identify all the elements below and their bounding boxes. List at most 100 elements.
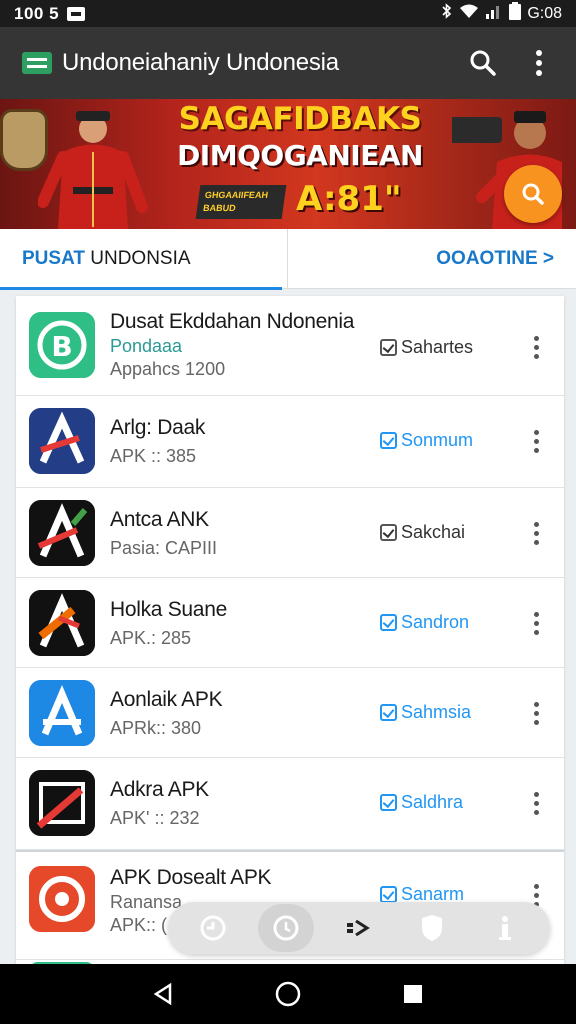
battery-icon — [509, 2, 522, 25]
list-item-texts: Adkra APK APK' :: 232 — [110, 778, 209, 829]
banner-headline-1: SAGAFIDBAKS — [178, 101, 422, 137]
back-button[interactable] — [143, 974, 183, 1014]
app-name: Dusat Ekddahan Ndonenia — [110, 310, 355, 333]
soldier-figure-icon — [38, 111, 148, 229]
app-title: Undoneiahaniy Undonesia — [62, 49, 339, 76]
refresh-button[interactable] — [185, 904, 241, 952]
app-logo-icon — [22, 52, 52, 74]
list-item[interactable]: B Dusat Ekddahan Ndonenia Pondaaa Appahc… — [16, 296, 564, 396]
item-more-button[interactable] — [524, 518, 548, 548]
app-icon: B — [29, 312, 95, 378]
checkbox-icon — [380, 432, 397, 449]
app-action-button[interactable]: Sahmsia — [380, 702, 471, 723]
floating-search-button[interactable] — [504, 165, 562, 223]
wifi-icon — [459, 3, 479, 24]
checkbox-icon — [380, 886, 397, 903]
promo-banner[interactable]: SAGAFIDBAKS DIMQOGANIEAN GHGAAIIFEAH BAB… — [0, 99, 576, 229]
app-action-button[interactable]: Sakchai — [380, 522, 465, 543]
app-action-label: Saldhra — [401, 792, 464, 812]
checkbox-icon — [380, 614, 397, 631]
app-meta: Appahcs 1200 — [110, 359, 226, 379]
item-more-button[interactable] — [524, 698, 548, 728]
app-action-button[interactable]: Sandron — [380, 612, 469, 633]
list-item[interactable]: Adkra APK APK' :: 232 Saldhra — [16, 758, 564, 850]
app-bar-actions — [468, 48, 554, 78]
banner-headline: SAGAFIDBAKS DIMQOGANIEAN — [160, 101, 440, 172]
app-icon — [29, 866, 95, 932]
app-icon — [29, 770, 95, 836]
checkbox-icon — [380, 524, 397, 541]
app-action-label: Sahmsia — [401, 702, 472, 722]
tab-bar: PUSAT UNDONSIA OOAOTINE > — [0, 228, 576, 290]
app-action-button[interactable]: Saldhra — [380, 792, 463, 813]
list-item[interactable]: Arlg: Daak APK :: 385 Sonmum — [16, 396, 564, 488]
item-more-button[interactable] — [524, 608, 548, 638]
app-meta: APRk:: 380 — [110, 718, 202, 738]
app-name: Aonlaik APK — [110, 688, 223, 711]
status-icons: G:08 — [441, 2, 562, 25]
share-button[interactable] — [331, 904, 387, 952]
app-name: Antca ANK — [110, 508, 209, 531]
checkbox-icon — [380, 339, 397, 356]
tab-pusat-undonesia[interactable]: PUSAT UNDONSIA — [0, 228, 288, 290]
app-icon — [29, 590, 95, 656]
info-button[interactable] — [477, 904, 533, 952]
app-name: Arlg: Daak — [110, 416, 206, 439]
overflow-menu-button[interactable] — [524, 48, 554, 78]
banner-sub-2: BABUD — [202, 203, 237, 213]
home-button[interactable] — [268, 974, 308, 1014]
tab-left-prefix: PUSAT — [22, 247, 85, 269]
share-arrow-icon — [346, 919, 370, 937]
status-bar: 100 5 G:08 — [0, 0, 576, 27]
battery-text: G:08 — [527, 4, 562, 22]
list-item-texts: Arlg: Daak APK :: 385 — [110, 416, 205, 467]
item-more-button[interactable] — [524, 788, 548, 818]
app-action-label: Sakchai — [401, 522, 466, 542]
item-more-button[interactable] — [524, 426, 548, 456]
tab-left-label: UNDONSIA — [90, 247, 191, 269]
app-name: APK Dosealt APK — [110, 866, 272, 889]
bluetooth-icon — [441, 3, 453, 24]
app-meta: APK :: 385 — [110, 446, 197, 466]
clock-icon — [273, 915, 299, 941]
banner-sub-box: GHGAAIIFEAH BABUD — [195, 185, 287, 219]
tab-see-more-link[interactable]: OOAOTINE > — [288, 229, 576, 289]
checkbox-icon — [380, 704, 397, 721]
app-action-button[interactable]: Sonmum — [380, 430, 473, 451]
status-time: 100 5 — [14, 3, 60, 23]
banner-big-text: A:81" — [296, 179, 402, 219]
recents-square-icon — [404, 985, 423, 1003]
app-action-label: Sahartes — [401, 337, 474, 357]
recents-button[interactable] — [393, 974, 433, 1014]
app-action-label: Sonmum — [401, 430, 474, 450]
app-developer: Pondaaa — [110, 336, 183, 356]
refresh-icon — [200, 915, 226, 941]
info-icon — [499, 916, 512, 940]
app-meta: APK' :: 232 — [110, 808, 200, 828]
notification-icon — [67, 6, 86, 21]
app-icon — [29, 500, 95, 566]
shield-button[interactable] — [404, 904, 460, 952]
app-meta: Pasia: CAPIII — [110, 538, 218, 558]
system-nav-bar — [0, 964, 576, 1024]
search-icon — [522, 183, 544, 205]
search-button[interactable] — [468, 48, 498, 78]
list-item[interactable]: Aonlaik APK APRk:: 380 Sahmsia — [16, 668, 564, 758]
list-item[interactable]: Holka Suane APK.: 285 Sandron — [16, 578, 564, 668]
app-name: Adkra APK — [110, 778, 209, 801]
banner-headline-2: DIMQOGANIEAN — [177, 139, 423, 172]
app-meta: APK.: 285 — [110, 628, 192, 648]
back-triangle-icon — [153, 982, 171, 1006]
app-action-label: Sandron — [401, 612, 470, 632]
shield-icon — [422, 915, 443, 941]
list-item-texts: Aonlaik APK APRk:: 380 — [110, 688, 223, 739]
app-list: B Dusat Ekddahan Ndonenia Pondaaa Appahc… — [16, 296, 564, 976]
banner-sub-1: GHGAAIIFEAH — [204, 190, 269, 200]
app-icon — [29, 408, 95, 474]
history-button[interactable] — [257, 904, 314, 952]
checkbox-icon — [380, 794, 397, 811]
list-item[interactable]: Antca ANK Pasia: CAPIII Sakchai — [16, 488, 564, 578]
item-more-button[interactable] — [524, 332, 548, 362]
app-bar: Undoneiahaniy Undonesia — [0, 27, 576, 99]
app-action-button[interactable]: Sahartes — [380, 337, 473, 358]
